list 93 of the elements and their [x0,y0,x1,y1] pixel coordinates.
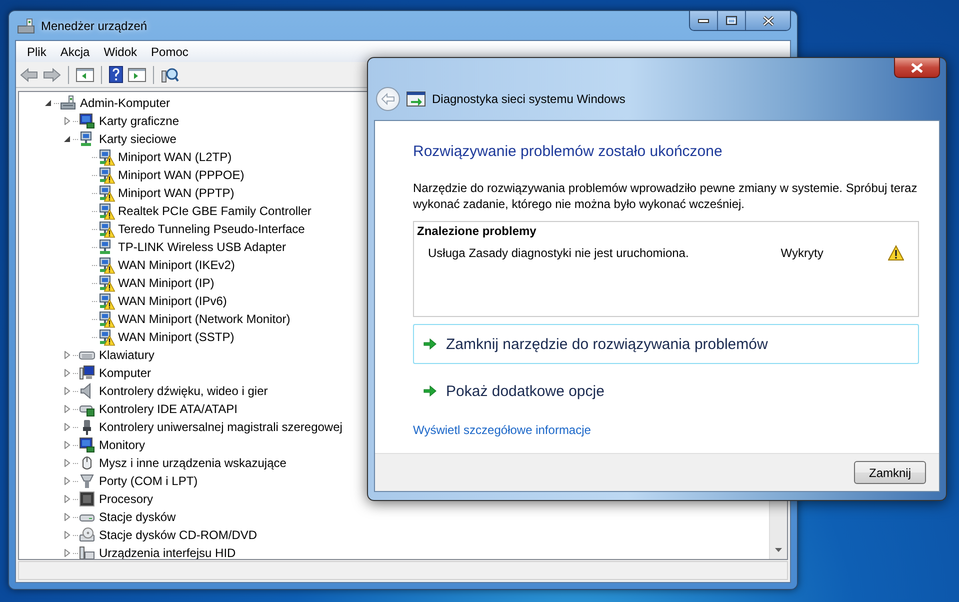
arrow-icon [423,385,437,397]
tree-item[interactable]: WAN Miniport (Network Monitor) [117,312,292,326]
tree-item[interactable]: Kontrolery uniwersalnej magistrali szeregowej [98,420,344,434]
scan-icon[interactable] [161,66,179,82]
tree-item[interactable]: Komputer [98,366,152,380]
tree-item[interactable]: Kontrolery IDE ATA/ATAPI [98,402,238,416]
tree-item[interactable]: Admin-Komputer [79,96,172,110]
problem-status: Wykryty [780,246,824,260]
back-arrow-icon [381,93,395,105]
tree-item[interactable]: Porty (COM i LPT) [98,474,199,488]
warning-icon [104,335,115,346]
tree-item[interactable]: WAN Miniport (IKEv2) [117,258,236,272]
tree-item[interactable]: Klawiatury [98,348,156,362]
section-title: Znalezione problemy [417,224,538,238]
command-link[interactable]: Pokaż dodatkowe opcje [413,371,919,411]
problem-text: Usługa Zasady diagnostyki nie jest uruchomiona. [428,246,690,260]
computer-icon [60,95,76,111]
close-icon [911,62,923,72]
expand-arrow-icon[interactable] [63,117,71,125]
menu-item[interactable]: Akcja [53,44,97,58]
panel-icon[interactable] [76,68,94,82]
expand-arrow-icon[interactable] [63,531,71,539]
maximize-icon [726,16,737,25]
cd-drive-icon [79,527,95,543]
monitor-icon [79,437,95,453]
expand-arrow-icon[interactable] [63,477,71,485]
tree-item[interactable]: WAN Miniport (IP) [117,276,216,290]
tree-item[interactable]: Mysz i inne urządzenia wskazujące [98,456,288,470]
window-title: Menedżer urządzeń [41,18,148,32]
tree-item[interactable]: Procesory [98,492,154,506]
maximize-button[interactable] [717,11,745,30]
expand-arrow-icon[interactable] [63,423,71,431]
details-link[interactable]: Wyświetl szczegółowe informacje [413,423,591,437]
panel-icon[interactable] [128,68,146,82]
minimize-icon [698,18,709,22]
expand-arrow-icon[interactable] [63,405,71,413]
close-button[interactable] [894,58,940,78]
warning-icon [104,209,115,220]
dialog-heading: Rozwiązywanie problemów zostało ukończone [413,143,724,160]
monitor-icon [79,113,95,129]
close-icon [762,16,774,26]
tree-item[interactable]: Monitory [98,438,146,452]
warning-icon [104,155,115,166]
expand-arrow-icon[interactable] [63,495,71,503]
tree-item[interactable]: Stacje dysków CD-ROM/DVD [98,528,258,542]
tree-item[interactable]: Miniport WAN (PPPOE) [117,168,246,182]
warning-icon [104,191,115,202]
tree-item[interactable]: Stacje dysków [98,510,177,524]
back-button[interactable] [376,87,400,111]
expand-arrow-icon[interactable] [63,387,71,395]
command-link[interactable]: Zamknij narzędzie do rozwiązywania problemów [413,324,919,364]
close-button[interactable] [745,11,790,30]
warning-icon [104,263,115,274]
expand-arrow-icon[interactable] [63,369,71,377]
tree-item[interactable]: Karty graficzne [98,114,180,128]
minimize-button[interactable] [690,11,717,30]
tree-item[interactable]: Kontrolery dźwięku, wideo i gier [98,384,269,398]
dialog-title: Diagnostyka sieci systemu Windows [432,92,626,106]
tree-item[interactable]: Miniport WAN (L2TP) [117,150,233,164]
menu-item[interactable]: Plik [20,44,54,58]
menu-item[interactable]: Widok [96,44,144,58]
tree-item[interactable]: TP-LINK Wireless USB Adapter [117,240,288,254]
warning-icon [104,317,115,328]
tree-item[interactable]: Realtek PCIe GBE Family Controller [117,204,312,218]
network-diagnostics-icon [406,91,426,107]
tree-item[interactable]: Teredo Tunneling Pseudo-Interface [117,222,306,236]
expand-arrow-icon[interactable] [63,549,71,557]
drive-icon [79,514,95,522]
warning-icon [104,299,115,310]
close-dialog-button[interactable]: Zamknij [854,461,926,484]
collapse-arrow-icon[interactable] [63,135,71,143]
tree-item[interactable]: WAN Miniport (IPv6) [117,294,228,308]
expand-arrow-icon[interactable] [63,513,71,521]
tree-item[interactable]: WAN Miniport (SSTP) [117,330,236,344]
warning-icon [888,245,904,261]
warning-icon [104,227,115,238]
warning-icon [104,173,115,184]
collapse-arrow-icon[interactable] [44,99,52,107]
expand-arrow-icon[interactable] [63,459,71,467]
port-icon [79,473,95,489]
computer-icon [17,18,35,34]
expand-arrow-icon[interactable] [63,351,71,359]
forward-arrow-icon[interactable] [43,68,61,82]
tree-item[interactable]: Karty sieciowe [98,132,178,146]
menu-item[interactable]: Pomoc [144,44,196,58]
help-icon[interactable] [109,66,123,83]
tree-item[interactable]: Miniport WAN (PPTP) [117,186,236,200]
hid-icon [79,545,95,559]
expand-arrow-icon[interactable] [63,441,71,449]
back-arrow-icon[interactable] [20,68,38,82]
arrow-icon [423,338,437,350]
warning-icon [104,281,115,292]
description-text: Narzędzie do rozwiązywania problemów wprowadziło pewne zmiany w systemie. Spróbuj teraz wykonać zadanie, którego nie można było wykonać wcześniej. [413,180,918,212]
